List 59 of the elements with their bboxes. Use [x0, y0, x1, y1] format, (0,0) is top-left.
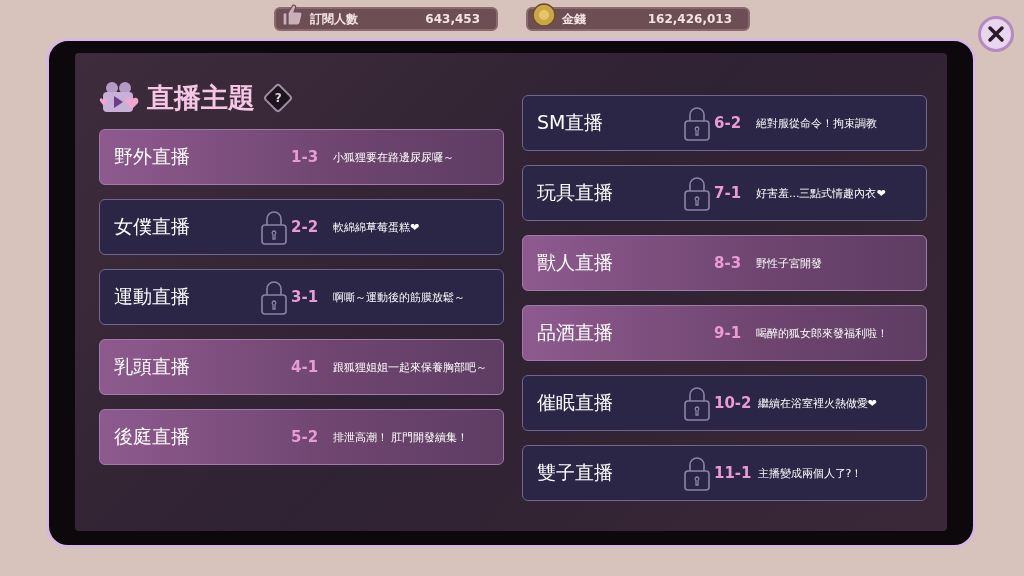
theme-card[interactable]: 乳頭直播 4-1 跟狐狸姐姐一起來保養胸部吧～ [99, 339, 504, 395]
theme-name: 運動直播 [114, 284, 191, 309]
close-icon [987, 25, 1005, 43]
theme-name: SM直播 [537, 110, 605, 135]
theme-name: 後庭直播 [114, 424, 191, 449]
theme-description: 繼續在浴室裡火熱做愛❤ [757, 395, 877, 411]
theme-card[interactable]: 野外直播 1-3 小狐狸要在路邊尿尿囉～ [99, 129, 504, 185]
theme-description: 小狐狸要在路邊尿尿囉～ [333, 149, 454, 165]
theme-card[interactable]: 運動直播 3-1 啊嘶～運動後的筋膜放鬆～ [99, 269, 504, 325]
theme-description: 野性子宮開發 [756, 255, 822, 271]
theme-name: 品酒直播 [537, 320, 614, 345]
theme-name: 野外直播 [114, 144, 191, 169]
help-button[interactable]: ? [262, 82, 294, 114]
theme-code: 3-1 [291, 288, 320, 306]
theme-name: 雙子直播 [537, 460, 614, 485]
theme-code: 10-2 [714, 394, 752, 412]
theme-code: 9-1 [714, 324, 743, 342]
coin-icon [532, 3, 556, 27]
theme-description: 好害羞...三點式情趣內衣❤ [756, 185, 886, 201]
padlock-icon [683, 385, 711, 421]
theme-card[interactable]: 品酒直播 9-1 喝醉的狐女郎來發福利啦！ [522, 305, 927, 361]
padlock-icon [260, 279, 288, 315]
theme-code: 8-3 [714, 254, 743, 272]
theme-description: 絕對服從命令！拘束調教 [756, 115, 877, 131]
theme-card[interactable]: 雙子直播 11-1 主播變成兩個人了?！ [522, 445, 927, 501]
theme-name: 乳頭直播 [114, 354, 191, 379]
theme-code: 1-3 [291, 148, 320, 166]
stat-label: 金錢 [562, 10, 587, 28]
theme-card[interactable]: SM直播 6-2 絕對服從命令！拘束調教 [522, 95, 927, 151]
theme-description: 排泄高潮！ 肛門開發續集！ [333, 429, 469, 445]
theme-code: 4-1 [291, 358, 320, 376]
padlock-icon [683, 455, 711, 491]
theme-description: 主播變成兩個人了?！ [757, 465, 863, 481]
theme-description: 啊嘶～運動後的筋膜放鬆～ [333, 289, 465, 305]
theme-description: 跟狐狸姐姐一起來保養胸部吧～ [333, 359, 487, 375]
stat-value: 643,453 [424, 12, 480, 26]
theme-card[interactable]: 催眠直播 10-2 繼續在浴室裡火熱做愛❤ [522, 375, 927, 431]
theme-card[interactable]: 女僕直播 2-2 軟綿綿草莓蛋糕❤ [99, 199, 504, 255]
theme-name: 女僕直播 [114, 214, 191, 239]
stat-value: 162,426,013 [646, 12, 732, 26]
close-button[interactable] [978, 16, 1014, 52]
theme-code: 11-1 [714, 464, 752, 482]
theme-name: 獸人直播 [537, 250, 614, 275]
dialog-title: 直播主題 [147, 81, 255, 115]
theme-code: 7-1 [714, 184, 743, 202]
stat-label: 訂閱人數 [310, 10, 359, 28]
theme-description: 喝醉的狐女郎來發福利啦！ [756, 325, 888, 341]
theme-card[interactable]: 玩具直播 7-1 好害羞...三點式情趣內衣❤ [522, 165, 927, 221]
theme-name: 催眠直播 [537, 390, 614, 415]
theme-code: 6-2 [714, 114, 743, 132]
theme-name: 玩具直播 [537, 180, 614, 205]
padlock-icon [260, 209, 288, 245]
theme-card[interactable]: 獸人直播 8-3 野性子宮開發 [522, 235, 927, 291]
theme-code: 2-2 [291, 218, 320, 236]
padlock-icon [683, 175, 711, 211]
padlock-icon [683, 105, 711, 141]
theme-code: 5-2 [291, 428, 320, 446]
theme-card[interactable]: 後庭直播 5-2 排泄高潮！ 肛門開發續集！ [99, 409, 504, 465]
theme-description: 軟綿綿草莓蛋糕❤ [333, 219, 420, 235]
